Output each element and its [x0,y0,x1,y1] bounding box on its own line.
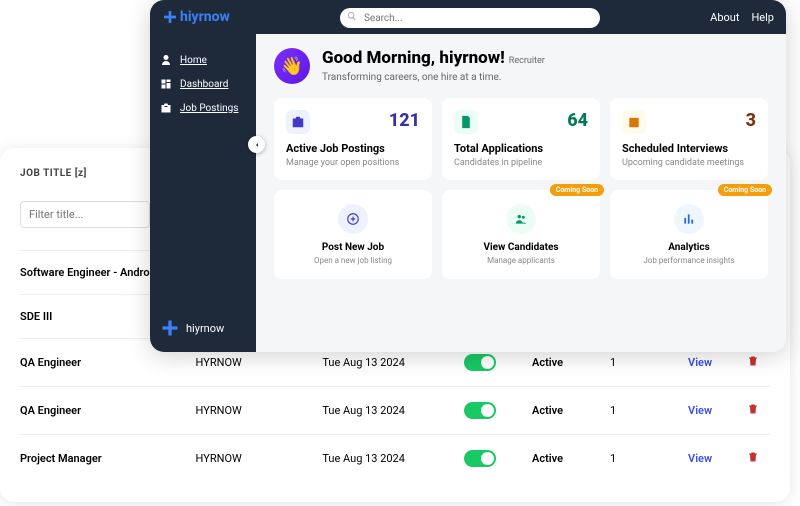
action-view-candidates[interactable]: Coming Soon View Candidates Manage appli… [442,190,600,279]
status-toggle[interactable] [464,402,532,419]
document-icon [454,110,478,134]
nav-help[interactable]: Help [751,11,774,24]
job-company: HYRNOW [196,356,323,369]
wave-icon: 👋 [274,48,310,84]
job-status: Active [532,452,610,465]
table-row[interactable]: QA Engineer HYRNOW Tue Aug 13 2024 Activ… [20,386,770,434]
action-analytics[interactable]: Coming Soon Analytics Job performance in… [610,190,768,279]
main-content: 👋 Good Morning, hiyrnow! Recruiter Transf… [256,34,786,352]
job-applicants: 1 [610,356,688,369]
topbar: hiyrnow About Help [150,0,786,34]
job-date: Tue Aug 13 2024 [322,404,463,417]
job-title: Project Manager [20,452,196,465]
tagline: Transforming careers, one hire at a time… [322,72,545,83]
plus-icon [338,204,368,234]
view-link[interactable]: View [688,452,747,465]
nav-about[interactable]: About [710,11,739,24]
stat-card-applications[interactable]: 64 Total Applications Candidates in pipe… [442,98,600,180]
job-date: Tue Aug 13 2024 [322,452,463,465]
stat-card-jobs[interactable]: 121 Active Job Postings Manage your open… [274,98,432,180]
sidebar: Home Dashboard Job Postings hiyrnow [150,34,256,352]
job-date: Tue Aug 13 2024 [322,356,463,369]
people-icon [506,204,536,234]
brand-logo[interactable]: hiyrnow [162,9,230,25]
greeting-title: Good Morning, hiyrnow! [322,48,505,68]
coming-soon-badge: Coming Soon [550,184,604,196]
sidebar-item-home[interactable]: Home [160,48,246,72]
coming-soon-badge: Coming Soon [718,184,772,196]
chart-icon [674,204,704,234]
sidebar-brand: hiyrnow [160,318,246,338]
job-company: HYRNOW [196,452,323,465]
job-status: Active [532,404,610,417]
delete-icon[interactable] [747,354,770,371]
greeting: 👋 Good Morning, hiyrnow! Recruiter Transf… [274,48,768,84]
job-title: QA Engineer [20,404,196,417]
job-company: HYRNOW [196,404,323,417]
filter-title-input[interactable] [20,201,150,228]
job-applicants: 1 [610,452,688,465]
delete-icon[interactable] [747,402,770,419]
chevron-left-icon [253,141,261,149]
sidebar-item-dashboard[interactable]: Dashboard [160,72,246,96]
action-post-job[interactable]: Post New Job Open a new job listing [274,190,432,279]
job-title: QA Engineer [20,356,196,369]
stat-card-interviews[interactable]: 3 Scheduled Interviews Upcoming candidat… [610,98,768,180]
status-toggle[interactable] [464,354,532,371]
job-status: Active [532,356,610,369]
calendar-icon [622,110,646,134]
sidebar-item-jobpostings[interactable]: Job Postings [160,96,246,120]
delete-icon[interactable] [747,450,770,467]
briefcase-icon [286,110,310,134]
search-input[interactable] [340,6,600,29]
collapse-sidebar-button[interactable] [248,136,265,153]
view-link[interactable]: View [688,404,747,417]
user-role: Recruiter [509,56,545,66]
view-link[interactable]: View [688,356,747,369]
status-toggle[interactable] [464,450,532,467]
table-row[interactable]: Project Manager HYRNOW Tue Aug 13 2024 A… [20,434,770,482]
job-applicants: 1 [610,404,688,417]
dashboard-panel: hiyrnow About Help Home Dashboard Job Po… [150,0,786,352]
search-icon [347,11,357,21]
